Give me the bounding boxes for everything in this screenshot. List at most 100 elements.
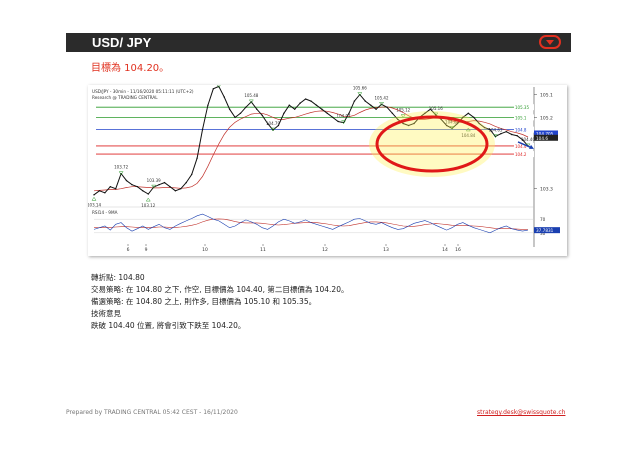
chart-panel: USD/JPY - 30min - 11/16/2020 05:11:11 (U…: [87, 77, 567, 256]
price-point: [467, 112, 470, 115]
x-tick-label: 10: [202, 247, 208, 253]
annotation-label: 103.12: [141, 203, 155, 208]
annotation-marker: [145, 197, 151, 202]
annotation-label: 105.42: [375, 95, 389, 100]
x-tick-label: 12: [322, 247, 328, 253]
footer-email-link[interactable]: strategy.desk@swissquote.ch: [477, 409, 565, 416]
level-label: 104.8: [515, 128, 527, 133]
x-tick-label: 16: [455, 247, 461, 253]
price-point: [104, 192, 106, 194]
price-point: [180, 188, 182, 190]
price-point: [315, 104, 318, 106]
price-point: [169, 185, 171, 188]
x-tick-label: 11: [260, 247, 266, 253]
price-point: [353, 100, 356, 102]
x-tick-label: 14: [442, 247, 448, 253]
price-point: [500, 132, 502, 135]
price-point: [142, 190, 144, 192]
price-point: [109, 185, 111, 188]
price-point: [304, 98, 307, 100]
alternative-text: 備選策略: 在 104.80 之上, 則作多, 目標價為 105.10 和 10…: [91, 297, 317, 306]
price-point: [261, 114, 263, 117]
y-tick-label: 105.2: [540, 115, 553, 121]
annotation-label: 104.97: [337, 114, 351, 119]
price-point: [185, 181, 187, 184]
annotation-label: 105.66: [353, 86, 367, 91]
level-label: 105.35: [515, 105, 529, 110]
x-tick-label: 9: [145, 247, 148, 253]
price-point: [364, 100, 366, 102]
price-point: [223, 96, 225, 98]
comment-title: 技術意見: [91, 309, 121, 318]
annotation-label: 103.14: [88, 202, 101, 207]
price-point: [196, 157, 198, 159]
price-point: [310, 100, 312, 102]
price-point: [245, 106, 247, 108]
target-headline: 目標為 104.20。: [91, 63, 170, 74]
annotation-label: 105.48: [244, 93, 258, 98]
highlight-glow: [369, 111, 495, 177]
price-point: [391, 112, 394, 115]
price-point: [136, 185, 139, 188]
pivot-text: 轉折點: 104.80: [91, 273, 145, 282]
price-point: [201, 128, 204, 131]
price-point: [239, 112, 242, 115]
chevron-down-icon[interactable]: [539, 35, 561, 49]
annotation-label: 105.12: [396, 108, 410, 113]
price-point: [163, 181, 166, 184]
annotation-label: 104.79: [266, 121, 280, 126]
annotation-label: 104.40: [521, 137, 535, 142]
price-point: [321, 108, 323, 110]
page-title: USD/ JPY: [92, 35, 152, 50]
price-point: [158, 183, 160, 186]
y-tick-label: 105.1: [540, 93, 553, 99]
price-point: [207, 104, 209, 106]
price-point: [511, 133, 513, 136]
annotation-label: 103.72: [114, 165, 128, 170]
price-point: [125, 179, 128, 182]
price-point: [386, 106, 388, 108]
x-tick-label: 6: [127, 247, 130, 253]
footer-prepared: Prepared by TRADING CENTRAL 05:42 CEST -…: [66, 409, 238, 416]
price-chart: USD/JPY - 30min - 11/16/2020 05:11:11 (U…: [87, 77, 560, 253]
price-point: [337, 120, 339, 123]
price-point: [332, 116, 334, 119]
price-point: [174, 190, 177, 192]
price-point: [505, 130, 507, 133]
comment-text: 跌破 104.40 位置, 將會引致下跌至 104.20。: [91, 321, 246, 330]
price-point: [299, 102, 301, 104]
page-header: USD/ JPY: [66, 33, 571, 52]
strategy-text: 交易策略: 在 104.80 之下, 作空, 目標價為 104.40, 第二目標…: [91, 285, 349, 294]
chart-header-line2: Research @ TRADING CENTRAL: [92, 95, 158, 100]
price-point: [326, 112, 328, 115]
x-tick-label: 13: [383, 247, 389, 253]
price-point: [294, 108, 296, 110]
price-point: [190, 173, 193, 176]
price-point: [93, 194, 95, 196]
price-point: [115, 188, 117, 190]
price-point: [369, 104, 372, 106]
rsi-tick-label: 70: [540, 217, 546, 222]
rsi-tag-label: 37.7831: [536, 228, 554, 233]
price-point: [256, 108, 258, 110]
price-point: [516, 135, 518, 137]
price-point: [234, 116, 236, 119]
price-point: [147, 193, 149, 195]
analysis-block: 轉折點: 104.80 交易策略: 在 104.80 之下, 作空, 目標價為 …: [91, 272, 348, 332]
price-point: [375, 108, 377, 110]
price-tag-label: 104.6: [536, 136, 548, 141]
chart-header-line1: USD/JPY - 30min - 11/16/2020 05:11:11 (U…: [92, 89, 194, 94]
level-label: 104.2: [515, 152, 527, 157]
price-point: [288, 104, 290, 106]
annotation-label: 103.39: [147, 178, 161, 183]
rsi-line: [93, 213, 529, 234]
price-point: [98, 190, 101, 192]
price-point: [212, 88, 215, 90]
level-label: 105.1: [515, 115, 527, 120]
price-point: [228, 108, 231, 110]
price-point: [473, 116, 475, 119]
annotation-label: 104.63: [488, 128, 502, 133]
price-point: [283, 112, 285, 115]
rsi-label: RSI14 - 9MA: [92, 210, 118, 215]
annotation-label: 105.16: [429, 106, 443, 111]
